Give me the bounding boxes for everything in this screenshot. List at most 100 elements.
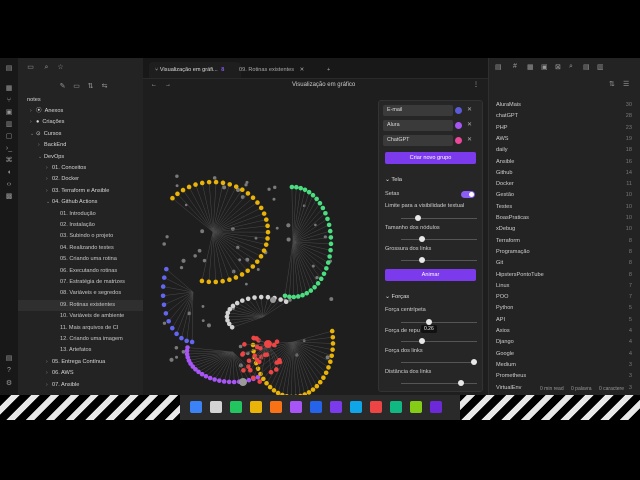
new-tab-button[interactable]: + <box>321 62 336 78</box>
graph-node[interactable] <box>265 229 271 235</box>
graph-node[interactable] <box>217 378 222 383</box>
graph-node[interactable] <box>206 323 211 328</box>
close-icon[interactable]: ✕ <box>467 136 472 143</box>
graph-node[interactable] <box>227 306 233 312</box>
graph-node[interactable] <box>245 268 250 274</box>
graph-node[interactable] <box>180 187 186 193</box>
graph-node[interactable] <box>203 373 209 379</box>
graph-node[interactable] <box>265 294 271 300</box>
audio-recorder-icon[interactable]: ◖ <box>4 168 14 178</box>
graph-node[interactable] <box>221 379 227 384</box>
graph-node[interactable] <box>314 383 320 389</box>
graph-node[interactable] <box>314 196 319 202</box>
graph-node[interactable] <box>274 339 280 345</box>
graph-node[interactable] <box>240 298 245 303</box>
graph-node[interactable] <box>199 278 205 284</box>
graph-node[interactable] <box>240 352 245 357</box>
files-folder-icon[interactable]: ▭ <box>26 63 35 72</box>
graph-node[interactable] <box>166 318 171 324</box>
graph-node[interactable] <box>304 290 310 296</box>
folder-item[interactable]: ⌄ ⊙ Cursos <box>18 129 155 140</box>
graph-node[interactable] <box>165 235 169 239</box>
graph-node[interactable] <box>186 184 192 190</box>
graph-node[interactable] <box>265 223 270 229</box>
display-section-header[interactable]: ⌄ Tela <box>385 177 402 183</box>
graph-node[interactable] <box>255 200 260 205</box>
graph-node[interactable] <box>197 248 202 253</box>
graph-node[interactable] <box>289 184 295 190</box>
graph-node[interactable] <box>254 259 260 264</box>
tag-item[interactable]: Testes 10 <box>496 202 632 213</box>
graph-node[interactable] <box>327 228 333 234</box>
graph-node[interactable] <box>160 293 166 299</box>
quick-switcher-icon[interactable]: ▦ <box>4 84 14 94</box>
graph-node[interactable] <box>330 334 336 340</box>
app-icon[interactable] <box>350 401 362 413</box>
graph-hub-node[interactable] <box>239 378 247 386</box>
graph-node[interactable] <box>263 217 269 222</box>
backlinks-icon[interactable]: ⊠ <box>555 63 561 71</box>
group-query-email[interactable]: E-mail <box>383 105 453 116</box>
slider-knob[interactable] <box>471 359 477 365</box>
graph-node[interactable] <box>193 182 198 187</box>
graph-node[interactable] <box>261 376 266 382</box>
brave-browser-icon[interactable] <box>270 401 282 413</box>
graph-node[interactable] <box>330 347 335 352</box>
graph-node[interactable] <box>200 229 205 234</box>
animate-button[interactable]: Animar <box>385 269 476 281</box>
graph-node[interactable] <box>272 197 276 201</box>
graph-node[interactable] <box>201 319 205 323</box>
tag-item[interactable]: AluraMais 30 <box>496 100 632 111</box>
graph-node[interactable] <box>329 328 335 334</box>
graph-node[interactable] <box>222 185 227 190</box>
app-icon[interactable] <box>410 401 422 413</box>
graph-node[interactable] <box>256 268 260 271</box>
graph-node[interactable] <box>240 195 245 199</box>
graph-node[interactable] <box>227 182 233 187</box>
tag-item[interactable]: Docker 11 <box>496 179 632 190</box>
graph-node[interactable] <box>256 359 262 365</box>
graph-node[interactable] <box>179 335 184 341</box>
graph-node[interactable] <box>201 304 205 308</box>
outline-icon[interactable]: ▣ <box>541 63 548 71</box>
group-color-chatgpt[interactable] <box>455 137 462 144</box>
graph-node[interactable] <box>275 226 279 230</box>
graph-node[interactable] <box>328 247 333 253</box>
folder-item[interactable]: › ● Criações <box>18 117 155 128</box>
graph-node[interactable] <box>265 236 270 241</box>
tag-item[interactable]: Ansible 16 <box>496 157 632 168</box>
arrows-toggle[interactable] <box>461 191 475 198</box>
graph-node[interactable] <box>318 276 324 282</box>
bookmark-star-icon[interactable]: ☆ <box>56 63 65 72</box>
tag-item[interactable]: Axios 4 <box>496 326 632 337</box>
help-icon[interactable]: ? <box>4 366 14 376</box>
folder-item[interactable]: › BackEnd <box>18 140 163 151</box>
graph-node[interactable] <box>184 338 189 344</box>
graph-node[interactable] <box>308 288 314 293</box>
canvas-icon[interactable]: ▣ <box>4 108 14 118</box>
graph-node[interactable] <box>291 294 297 300</box>
graph-node[interactable] <box>282 293 288 299</box>
graph-node[interactable] <box>213 279 219 285</box>
list-view-icon[interactable]: ☰ <box>623 80 629 88</box>
tag-item[interactable]: Medium 3 <box>496 360 632 371</box>
graph-node[interactable] <box>326 222 332 228</box>
sort-icon[interactable]: ⇅ <box>609 80 615 88</box>
forces-section-header[interactable]: ⌄ Forças <box>385 294 409 300</box>
graph-node[interactable] <box>295 294 301 299</box>
grid-icon[interactable]: ▦ <box>527 63 534 71</box>
tag-item[interactable]: HipstersPontoTube 8 <box>496 270 632 281</box>
graph-node[interactable] <box>267 384 273 390</box>
graph-node[interactable] <box>185 345 190 350</box>
graph-node[interactable] <box>242 342 247 347</box>
folder-item[interactable]: › ⦿ Anexos <box>18 106 155 117</box>
graph-node[interactable] <box>315 275 319 280</box>
graph-node[interactable] <box>268 369 274 375</box>
file-explorer-icon[interactable] <box>250 401 262 413</box>
graph-node[interactable] <box>273 367 279 372</box>
graph-node[interactable] <box>250 342 256 348</box>
graph-node[interactable] <box>312 284 317 290</box>
graph-node[interactable] <box>174 331 179 337</box>
new-note-icon[interactable]: ✎ <box>58 82 67 91</box>
graph-node[interactable] <box>327 254 332 259</box>
